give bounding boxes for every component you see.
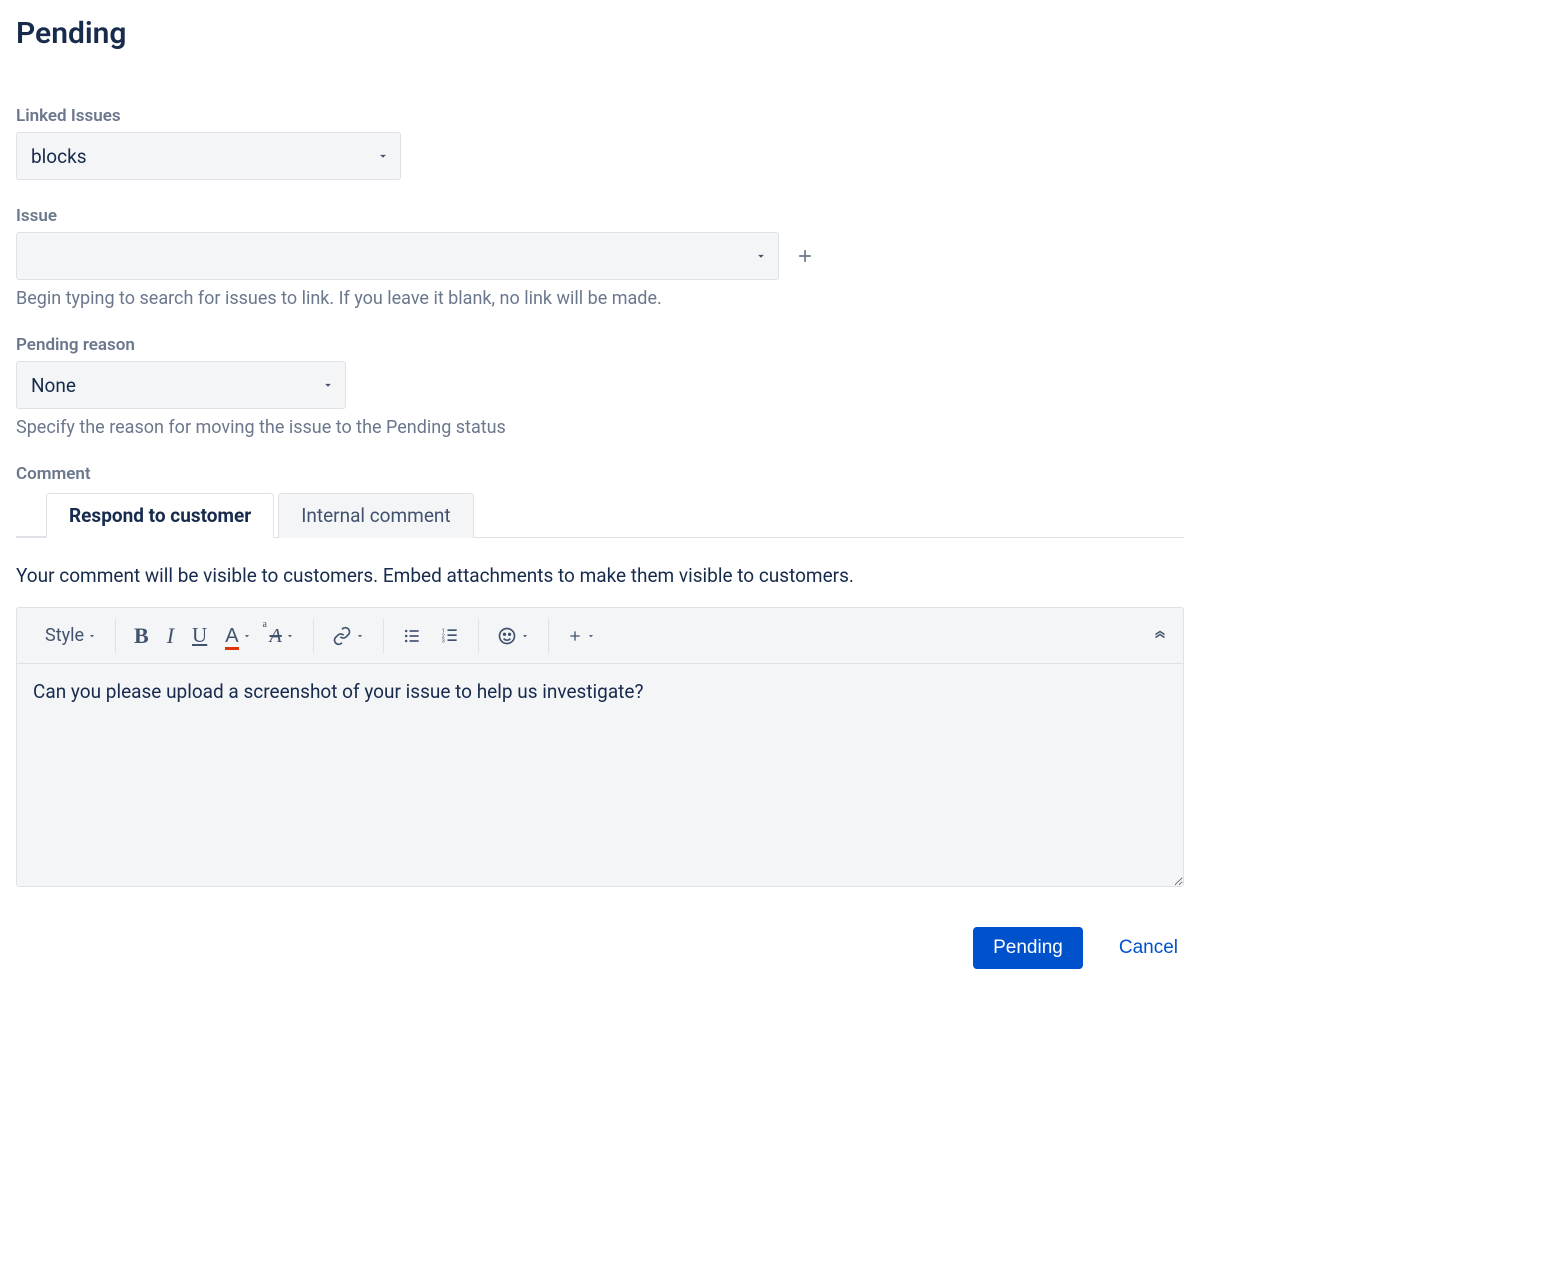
style-label: Style <box>45 627 84 645</box>
numbered-list-button[interactable]: 123 <box>440 626 460 646</box>
chevron-down-icon <box>355 631 365 641</box>
pending-reason-value: None <box>31 374 76 397</box>
pending-reason-field: Pending reason None Specify the reason f… <box>16 335 1184 438</box>
text-color-button[interactable]: A <box>225 626 251 646</box>
more-formatting-button[interactable]: aA <box>270 626 295 646</box>
chevron-down-icon <box>754 249 768 263</box>
chevron-down-icon <box>586 631 596 641</box>
comment-tabs: Respond to customer Internal comment <box>16 492 1184 538</box>
chevron-down-icon <box>285 631 295 641</box>
pending-reason-helper: Specify the reason for moving the issue … <box>16 417 1184 438</box>
comment-label: Comment <box>16 464 1184 484</box>
add-issue-button[interactable] <box>795 246 815 266</box>
rich-text-editor: Style B I U A aA <box>16 607 1184 887</box>
issue-label: Issue <box>16 206 1184 226</box>
page-title: Pending <box>16 16 1184 51</box>
issue-select[interactable] <box>16 232 779 280</box>
svg-text:3: 3 <box>441 638 444 644</box>
expand-toolbar-button[interactable] <box>1151 627 1169 645</box>
chevron-down-icon <box>242 631 252 641</box>
linked-issues-field: Linked Issues blocks <box>16 106 1184 180</box>
linked-issues-value: blocks <box>31 145 87 168</box>
pending-reason-select[interactable]: None <box>16 361 346 409</box>
pending-reason-label: Pending reason <box>16 335 1184 355</box>
bold-button[interactable]: B <box>134 625 149 647</box>
submit-pending-button[interactable]: Pending <box>973 927 1083 969</box>
chevron-down-icon <box>520 631 530 641</box>
chevron-down-icon <box>376 149 390 163</box>
issue-field: Issue Begin typing to search for issues … <box>16 206 1184 309</box>
insert-button[interactable] <box>567 628 596 644</box>
comment-field: Comment Respond to customer Internal com… <box>16 464 1184 887</box>
chevron-down-icon <box>321 378 335 392</box>
linked-issues-label: Linked Issues <box>16 106 1184 126</box>
link-button[interactable] <box>332 626 365 646</box>
editor-toolbar: Style B I U A aA <box>17 608 1183 664</box>
chevron-down-icon <box>87 631 97 641</box>
underline-button[interactable]: U <box>192 625 207 646</box>
tab-internal-comment[interactable]: Internal comment <box>278 493 473 538</box>
tab-respond-to-customer[interactable]: Respond to customer <box>46 493 274 538</box>
comment-visibility-note: Your comment will be visible to customer… <box>16 564 1184 587</box>
linked-issues-select[interactable]: blocks <box>16 132 401 180</box>
emoji-button[interactable] <box>497 626 530 646</box>
comment-textarea[interactable]: Can you please upload a screenshot of yo… <box>17 664 1183 886</box>
cancel-button[interactable]: Cancel <box>1119 937 1178 959</box>
style-dropdown[interactable]: Style <box>45 627 97 645</box>
bullet-list-button[interactable] <box>402 626 422 646</box>
issue-helper: Begin typing to search for issues to lin… <box>16 288 1184 309</box>
italic-button[interactable]: I <box>167 625 174 647</box>
dialog-footer: Pending Cancel <box>16 927 1184 969</box>
